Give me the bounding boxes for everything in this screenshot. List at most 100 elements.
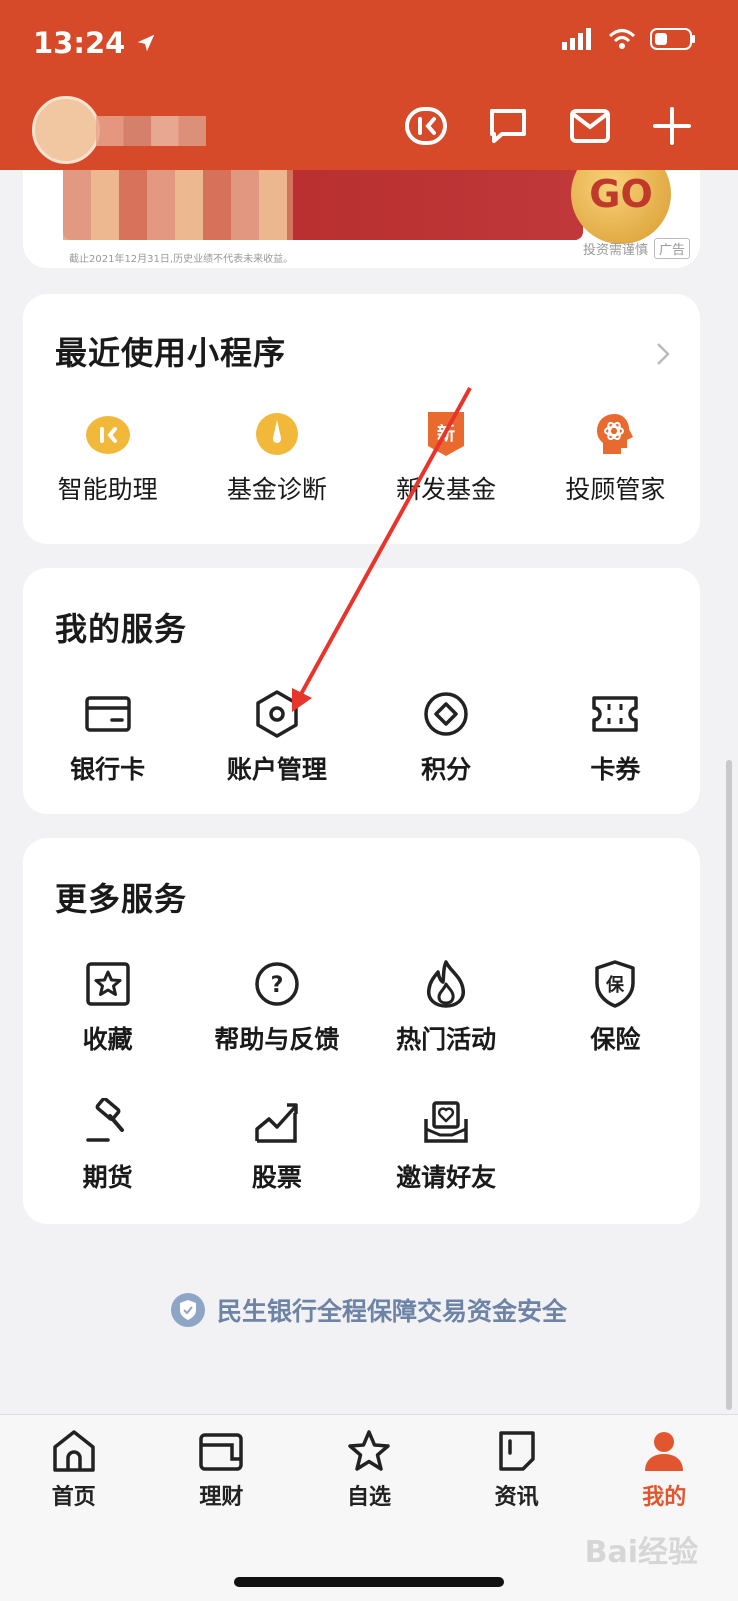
svg-text:新: 新 <box>437 423 455 445</box>
favorite-icon <box>80 956 136 1012</box>
service-help-feedback[interactable]: ? 帮助与反馈 <box>192 956 361 1056</box>
home-icon <box>53 1430 95 1472</box>
recent-item-assistant[interactable]: 智能助理 <box>23 406 192 506</box>
tab-home[interactable]: 首页 <box>0 1429 148 1511</box>
security-notice: 民生银行全程保障交易资金安全 <box>0 1292 738 1328</box>
fund-diagnosis-icon <box>249 406 305 462</box>
recent-item-fund-diagnosis[interactable]: 基金诊断 <box>192 406 361 506</box>
recent-item-advisor[interactable]: 投顾管家 <box>531 406 700 506</box>
signal-icon <box>562 28 591 50</box>
tab-wealth[interactable]: 理财 <box>148 1429 296 1511</box>
header-actions <box>404 104 694 148</box>
star-icon <box>348 1430 390 1471</box>
home-indicator <box>234 1577 504 1587</box>
tab-label: 理财 <box>199 1485 244 1510</box>
banner-blurred-text <box>63 170 293 240</box>
service-coupons[interactable]: 卡券 <box>531 686 700 786</box>
profile-icon <box>645 1432 684 1471</box>
robot-icon <box>405 107 447 145</box>
tab-bar: 首页 理财 自选 资讯 我的 Bai经验 <box>0 1414 738 1601</box>
tab-label: 自选 <box>346 1485 391 1510</box>
security-text: 民生银行全程保障交易资金安全 <box>216 1297 567 1326</box>
recent-item-label: 智能助理 <box>57 475 158 504</box>
recent-mini-programs-card: 最近使用小程序 智能助理 基金诊断 新 新发基金 投顾管家 <box>23 294 700 544</box>
banner-note: 投资需谨慎 广告 <box>583 238 690 259</box>
banner-fine-print: 截止2021年12月31日,历史业绩不代表未来收益。 <box>69 254 294 265</box>
status-time: 13:24 <box>33 26 157 60</box>
account-settings-icon <box>249 686 305 742</box>
service-points[interactable]: 积分 <box>362 686 531 786</box>
svg-text:?: ? <box>270 973 283 998</box>
add-button[interactable] <box>650 104 694 148</box>
service-stocks[interactable]: 股票 <box>192 1094 361 1194</box>
shield-check-icon <box>170 1293 205 1327</box>
advisor-icon <box>587 406 643 462</box>
service-futures[interactable]: 期货 <box>23 1094 192 1194</box>
service-favorites[interactable]: 收藏 <box>23 956 192 1056</box>
insurance-icon: 保 <box>587 956 643 1012</box>
more-services-row-1: 收藏 ? 帮助与反馈 热门活动 保 保险 <box>23 956 700 1056</box>
scrollbar[interactable] <box>726 760 732 1410</box>
tab-profile[interactable]: 我的 <box>590 1429 738 1511</box>
coupon-icon <box>587 686 643 742</box>
my-services-grid: 银行卡 账户管理 积分 卡券 <box>23 686 700 786</box>
ad-tag: 广告 <box>653 238 690 259</box>
more-services-title: 更多服务 <box>55 880 188 918</box>
mail-button[interactable] <box>568 104 612 148</box>
service-label: 卡券 <box>590 755 641 784</box>
tab-label: 我的 <box>642 1485 687 1510</box>
service-label: 帮助与反馈 <box>214 1025 340 1054</box>
service-label: 邀请好友 <box>396 1163 497 1192</box>
service-invite-friends[interactable]: 邀请好友 <box>362 1094 531 1194</box>
tab-news[interactable]: 资讯 <box>443 1429 591 1511</box>
service-label: 期货 <box>82 1163 133 1192</box>
status-indicators <box>562 28 696 50</box>
news-icon <box>498 1431 535 1471</box>
my-services-card: 我的服务 银行卡 账户管理 积分 卡券 <box>23 568 700 814</box>
bank-card-icon <box>80 686 136 742</box>
recent-item-label: 基金诊断 <box>226 475 327 504</box>
service-account-management[interactable]: 账户管理 <box>192 686 361 786</box>
risk-note: 投资需谨慎 <box>582 243 648 258</box>
recent-item-new-fund[interactable]: 新 新发基金 <box>362 406 531 506</box>
tab-label: 首页 <box>51 1485 96 1510</box>
wallet-icon <box>199 1433 244 1471</box>
user-name-blurred <box>96 116 206 146</box>
stock-icon <box>249 1094 305 1150</box>
service-label: 收藏 <box>82 1025 133 1054</box>
tab-label: 资讯 <box>494 1485 539 1510</box>
more-services-row-2: 期货 股票 邀请好友 <box>23 1094 700 1194</box>
mail-icon <box>570 109 610 143</box>
plus-icon <box>653 107 691 145</box>
service-hot-events[interactable]: 热门活动 <box>362 956 531 1056</box>
recent-item-label: 投顾管家 <box>565 475 666 504</box>
recent-item-label: 新发基金 <box>396 475 497 504</box>
recent-grid: 智能助理 基金诊断 新 新发基金 投顾管家 <box>23 406 700 506</box>
avatar[interactable] <box>32 96 100 164</box>
watermark: Bai经验 <box>584 1535 698 1570</box>
tab-watchlist[interactable]: 自选 <box>295 1429 443 1511</box>
assistant-button[interactable] <box>404 104 448 148</box>
service-label: 账户管理 <box>226 755 327 784</box>
help-icon: ? <box>249 956 305 1012</box>
my-services-title: 我的服务 <box>55 610 188 648</box>
chat-button[interactable] <box>486 104 530 148</box>
chat-icon <box>490 109 526 143</box>
invite-icon <box>418 1094 474 1150</box>
service-label: 银行卡 <box>70 755 146 784</box>
fire-icon <box>418 956 474 1012</box>
battery-icon <box>650 28 695 50</box>
location-arrow-icon <box>138 34 155 52</box>
wifi-icon <box>608 29 636 49</box>
new-fund-icon: 新 <box>418 406 474 462</box>
service-label: 股票 <box>251 1163 302 1192</box>
more-services-card: 更多服务 收藏 ? 帮助与反馈 热门活动 保 保险 期货 股票 邀请好友 <box>23 838 700 1224</box>
assistant-icon <box>80 406 136 462</box>
service-insurance[interactable]: 保 保险 <box>531 956 700 1056</box>
service-label: 保险 <box>590 1025 641 1054</box>
service-label: 积分 <box>421 755 472 784</box>
chevron-right-icon[interactable] <box>656 342 670 373</box>
points-icon <box>418 686 474 742</box>
service-bank-card[interactable]: 银行卡 <box>23 686 192 786</box>
service-label: 热门活动 <box>396 1025 497 1054</box>
